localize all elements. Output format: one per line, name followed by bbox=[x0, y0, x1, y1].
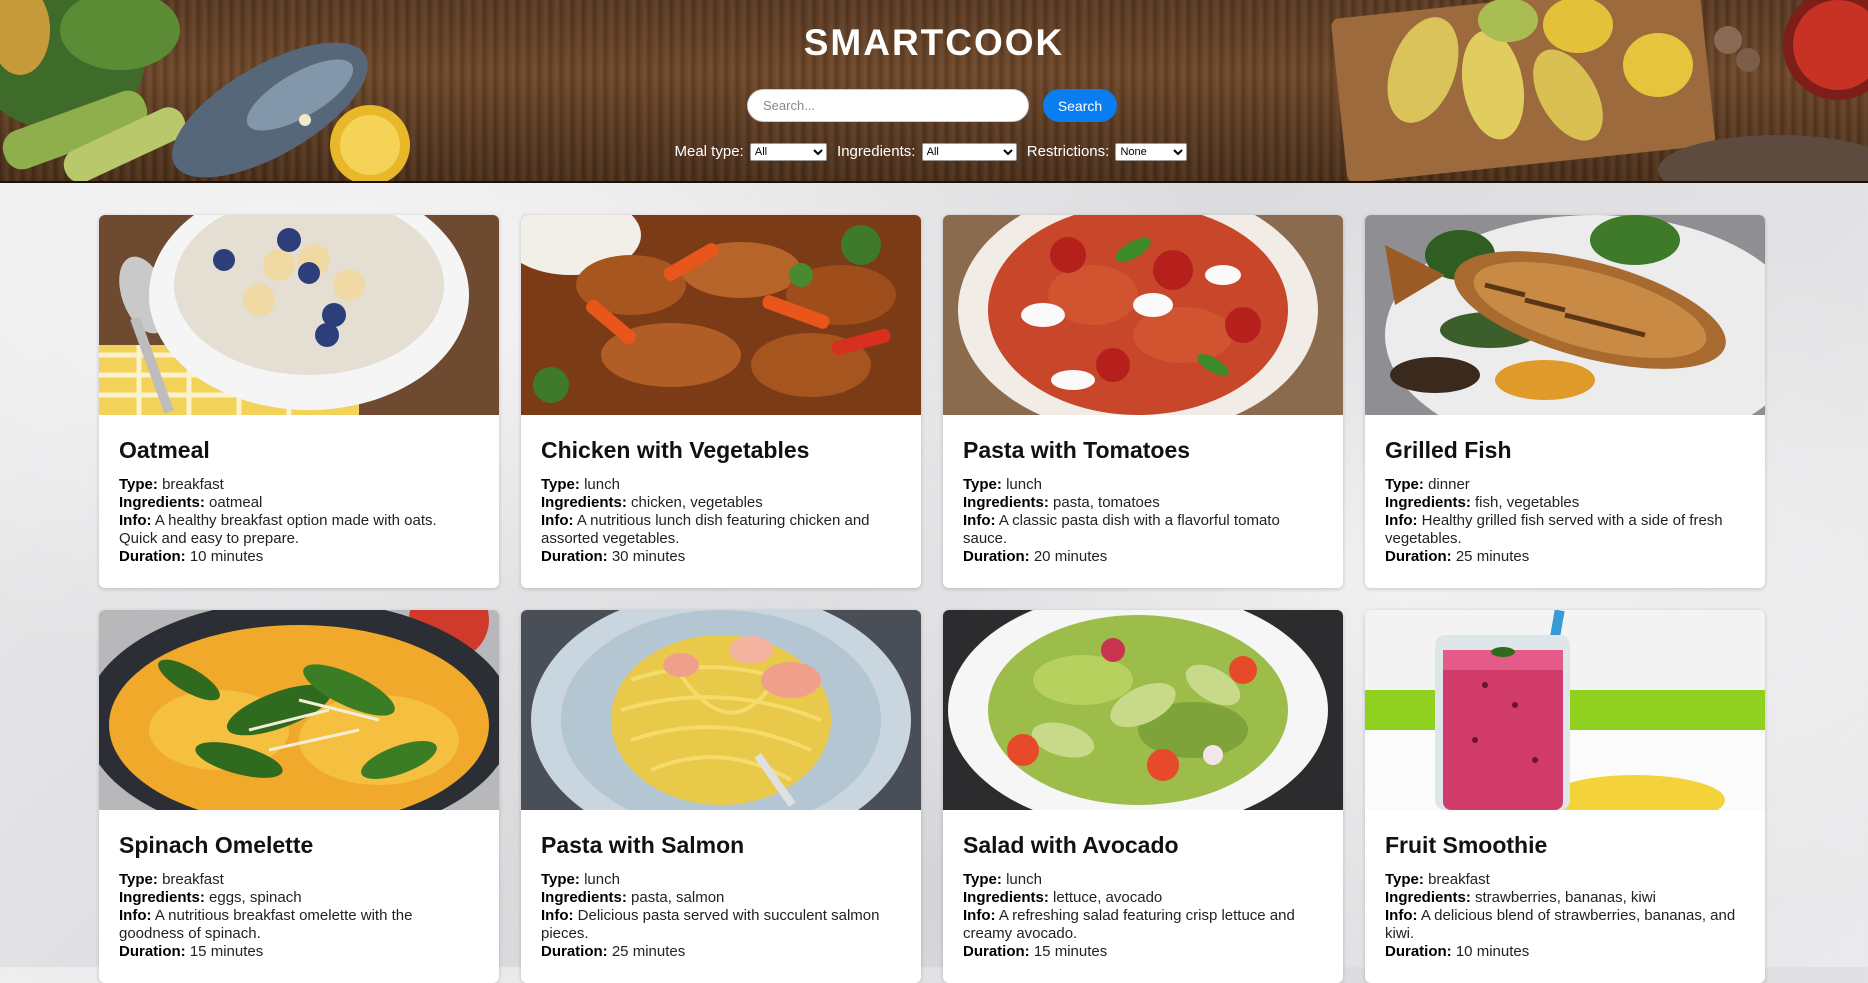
recipe-duration: Duration: 25 minutes bbox=[541, 943, 686, 960]
recipe-info: Info: Delicious pasta served with succul… bbox=[541, 907, 880, 942]
recipe-type: Type: lunch bbox=[963, 871, 1042, 888]
recipe-grid: Oatmeal Type: breakfast Ingredients: oat… bbox=[99, 215, 1765, 983]
meal-type-label: Meal type: bbox=[674, 143, 744, 160]
avocado-salad-image bbox=[943, 610, 1343, 810]
recipe-card[interactable]: Salad with Avocado Type: lunch Ingredien… bbox=[943, 610, 1343, 983]
filter-bar: Meal type: All Ingredients: All Restrict… bbox=[0, 143, 1868, 162]
restrictions-label: Restrictions: bbox=[1026, 143, 1110, 160]
recipe-info: Info: A healthy breakfast option made wi… bbox=[119, 512, 437, 547]
recipe-card[interactable]: Grilled Fish Type: dinner Ingredients: f… bbox=[1365, 215, 1765, 588]
recipe-card[interactable]: Pasta with Tomatoes Type: lunch Ingredie… bbox=[943, 215, 1343, 588]
header-banner: SMARTCOOK Search Meal type: All Ingredie… bbox=[0, 0, 1868, 183]
recipe-name: Pasta with Salmon bbox=[541, 832, 745, 858]
recipe-duration: Duration: 20 minutes bbox=[963, 548, 1108, 565]
fruit-smoothie-image bbox=[1365, 610, 1765, 810]
app-title: SMARTCOOK bbox=[803, 22, 1065, 63]
recipe-duration: Duration: 30 minutes bbox=[541, 548, 686, 565]
card-body: Salad with Avocado Type: lunch Ingredien… bbox=[943, 810, 1343, 961]
recipe-ingredients: Ingredients: fish, vegetables bbox=[1385, 494, 1580, 511]
recipe-duration: Duration: 15 minutes bbox=[119, 943, 264, 960]
recipe-type: Type: lunch bbox=[541, 871, 620, 888]
recipe-name: Salad with Avocado bbox=[963, 832, 1179, 858]
recipe-info: Info: A delicious blend of strawberries,… bbox=[1385, 907, 1736, 942]
pasta-tomato-image bbox=[943, 215, 1343, 415]
search-button[interactable]: Search bbox=[1043, 89, 1117, 122]
recipe-name: Oatmeal bbox=[119, 437, 210, 463]
search-input[interactable] bbox=[747, 89, 1029, 122]
recipe-name: Fruit Smoothie bbox=[1385, 832, 1548, 858]
card-body: Grilled Fish Type: dinner Ingredients: f… bbox=[1365, 415, 1765, 566]
card-body: Fruit Smoothie Type: breakfast Ingredien… bbox=[1365, 810, 1765, 961]
meal-type-select[interactable]: All bbox=[749, 143, 827, 162]
recipe-type: Type: lunch bbox=[963, 476, 1042, 493]
card-body: Pasta with Salmon Type: lunch Ingredient… bbox=[521, 810, 921, 961]
card-body: Spinach Omelette Type: breakfast Ingredi… bbox=[99, 810, 499, 961]
recipe-name: Grilled Fish bbox=[1385, 437, 1512, 463]
recipe-card[interactable]: Oatmeal Type: breakfast Ingredients: oat… bbox=[99, 215, 499, 588]
recipe-name: Spinach Omelette bbox=[119, 832, 314, 858]
recipe-ingredients: Ingredients: pasta, salmon bbox=[541, 889, 725, 906]
recipe-card[interactable]: Spinach Omelette Type: breakfast Ingredi… bbox=[99, 610, 499, 983]
recipe-duration: Duration: 10 minutes bbox=[119, 548, 264, 565]
recipe-ingredients: Ingredients: chicken, vegetables bbox=[541, 494, 763, 511]
recipe-info: Info: A nutritious lunch dish featuring … bbox=[541, 512, 870, 547]
recipe-type: Type: lunch bbox=[541, 476, 620, 493]
recipe-duration: Duration: 25 minutes bbox=[1385, 548, 1530, 565]
recipe-card[interactable]: Chicken with Vegetables Type: lunch Ingr… bbox=[521, 215, 921, 588]
grilled-fish-image bbox=[1365, 215, 1765, 415]
recipe-ingredients: Ingredients: pasta, tomatoes bbox=[963, 494, 1160, 511]
recipe-ingredients: Ingredients: lettuce, avocado bbox=[963, 889, 1163, 906]
recipe-duration: Duration: 10 minutes bbox=[1385, 943, 1530, 960]
recipe-ingredients: Ingredients: eggs, spinach bbox=[119, 889, 302, 906]
recipe-type: Type: dinner bbox=[1385, 476, 1470, 493]
card-body: Chicken with Vegetables Type: lunch Ingr… bbox=[521, 415, 921, 566]
recipe-card[interactable]: Pasta with Salmon Type: lunch Ingredient… bbox=[521, 610, 921, 983]
restrictions-select[interactable]: None bbox=[1115, 143, 1188, 162]
ingredients-label: Ingredients: bbox=[837, 143, 916, 160]
recipe-ingredients: Ingredients: strawberries, bananas, kiwi bbox=[1385, 889, 1656, 906]
recipe-name: Chicken with Vegetables bbox=[541, 437, 810, 463]
ingredients-select[interactable]: All bbox=[921, 143, 1017, 162]
recipe-info: Info: A nutritious breakfast omelette wi… bbox=[119, 907, 413, 942]
spinach-omelette-image bbox=[99, 610, 499, 810]
card-body: Pasta with Tomatoes Type: lunch Ingredie… bbox=[943, 415, 1343, 566]
recipe-type: Type: breakfast bbox=[119, 476, 224, 493]
recipe-duration: Duration: 15 minutes bbox=[963, 943, 1108, 960]
pasta-salmon-image bbox=[521, 610, 921, 810]
recipe-type: Type: breakfast bbox=[1385, 871, 1490, 888]
recipe-info: Info: A refreshing salad featuring crisp… bbox=[963, 907, 1295, 942]
recipe-ingredients: Ingredients: oatmeal bbox=[119, 494, 263, 511]
recipe-info: Info: Healthy grilled fish served with a… bbox=[1385, 512, 1723, 547]
recipe-card[interactable]: Fruit Smoothie Type: breakfast Ingredien… bbox=[1365, 610, 1765, 983]
recipe-info: Info: A classic pasta dish with a flavor… bbox=[963, 512, 1280, 547]
card-body: Oatmeal Type: breakfast Ingredients: oat… bbox=[99, 415, 499, 566]
oatmeal-bowl-image bbox=[99, 215, 499, 415]
recipe-type: Type: breakfast bbox=[119, 871, 224, 888]
recipe-name: Pasta with Tomatoes bbox=[963, 437, 1191, 463]
chicken-stirfry-image bbox=[521, 215, 921, 415]
